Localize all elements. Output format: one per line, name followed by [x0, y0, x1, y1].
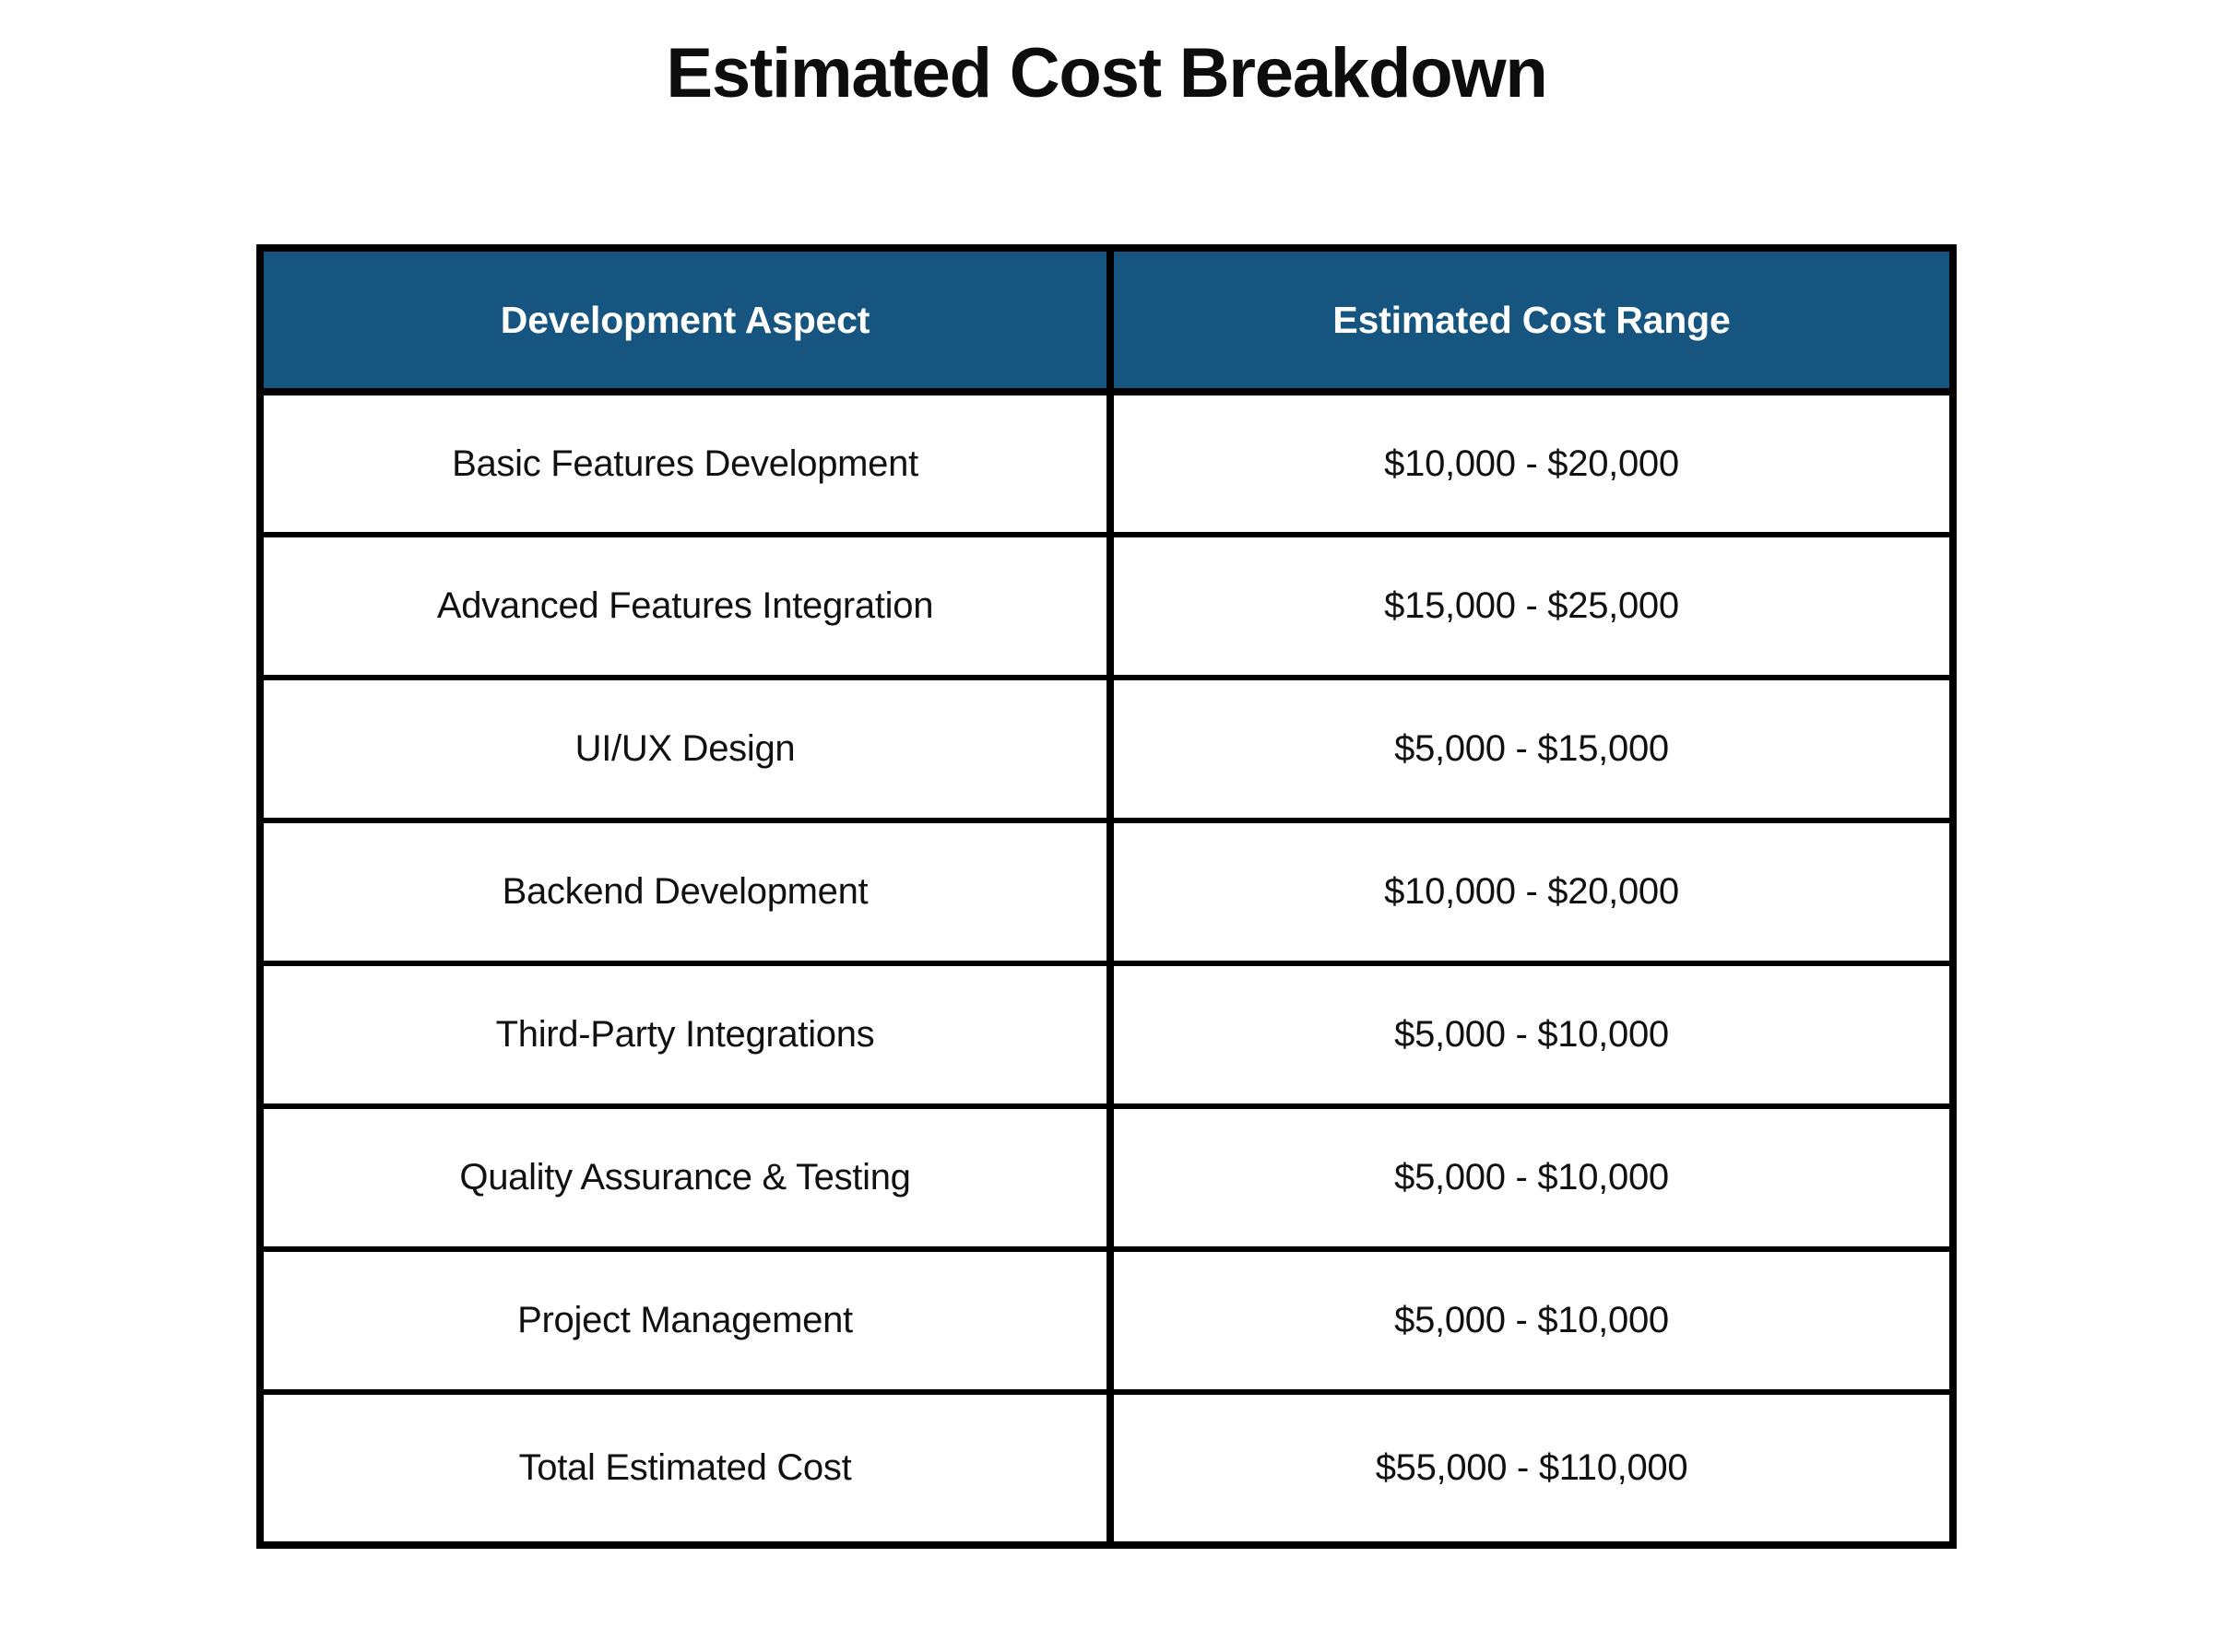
cell-cost: $10,000 - $20,000	[1110, 820, 1949, 966]
cell-aspect: Quality Assurance & Testing	[264, 1106, 1114, 1252]
table-row: Project Management $5,000 - $10,000	[264, 1249, 1949, 1395]
column-header-development-aspect: Development Aspect	[264, 252, 1114, 395]
cell-cost: $10,000 - $20,000	[1110, 392, 1949, 537]
cell-cost: $5,000 - $15,000	[1110, 678, 1949, 823]
cell-cost: $5,000 - $10,000	[1110, 963, 1949, 1109]
table-header: Development Aspect Estimated Cost Range	[264, 252, 1949, 395]
cell-aspect: UI/UX Design	[264, 678, 1114, 823]
cell-cost: $5,000 - $10,000	[1110, 1106, 1949, 1252]
page-title: Estimated Cost Breakdown	[666, 34, 1547, 112]
cell-aspect: Basic Features Development	[264, 392, 1114, 537]
cell-aspect: Backend Development	[264, 820, 1114, 966]
cell-aspect: Third-Party Integrations	[264, 963, 1114, 1109]
column-header-estimated-cost-range: Estimated Cost Range	[1110, 252, 1949, 395]
page-root: Estimated Cost Breakdown Development Asp…	[0, 0, 2213, 1652]
table-row: Backend Development $10,000 - $20,000	[264, 820, 1949, 966]
cost-breakdown-table-container: Development Aspect Estimated Cost Range …	[256, 244, 1957, 1549]
table-header-row: Development Aspect Estimated Cost Range	[264, 252, 1949, 395]
cell-aspect: Project Management	[264, 1249, 1114, 1395]
table-row: Third-Party Integrations $5,000 - $10,00…	[264, 963, 1949, 1109]
table-row: Advanced Features Integration $15,000 - …	[264, 535, 1949, 680]
table-row: UI/UX Design $5,000 - $15,000	[264, 678, 1949, 823]
cell-cost: $15,000 - $25,000	[1110, 535, 1949, 680]
table-row: Basic Features Development $10,000 - $20…	[264, 392, 1949, 537]
cost-breakdown-table: Development Aspect Estimated Cost Range …	[264, 252, 1949, 1541]
table-body: Basic Features Development $10,000 - $20…	[264, 392, 1949, 1541]
table-row-total: Total Estimated Cost $55,000 - $110,000	[264, 1392, 1949, 1541]
table-row: Quality Assurance & Testing $5,000 - $10…	[264, 1106, 1949, 1252]
cell-cost: $5,000 - $10,000	[1110, 1249, 1949, 1395]
cell-cost-total: $55,000 - $110,000	[1110, 1392, 1949, 1541]
cell-aspect: Advanced Features Integration	[264, 535, 1114, 680]
cell-aspect-total: Total Estimated Cost	[264, 1392, 1114, 1541]
